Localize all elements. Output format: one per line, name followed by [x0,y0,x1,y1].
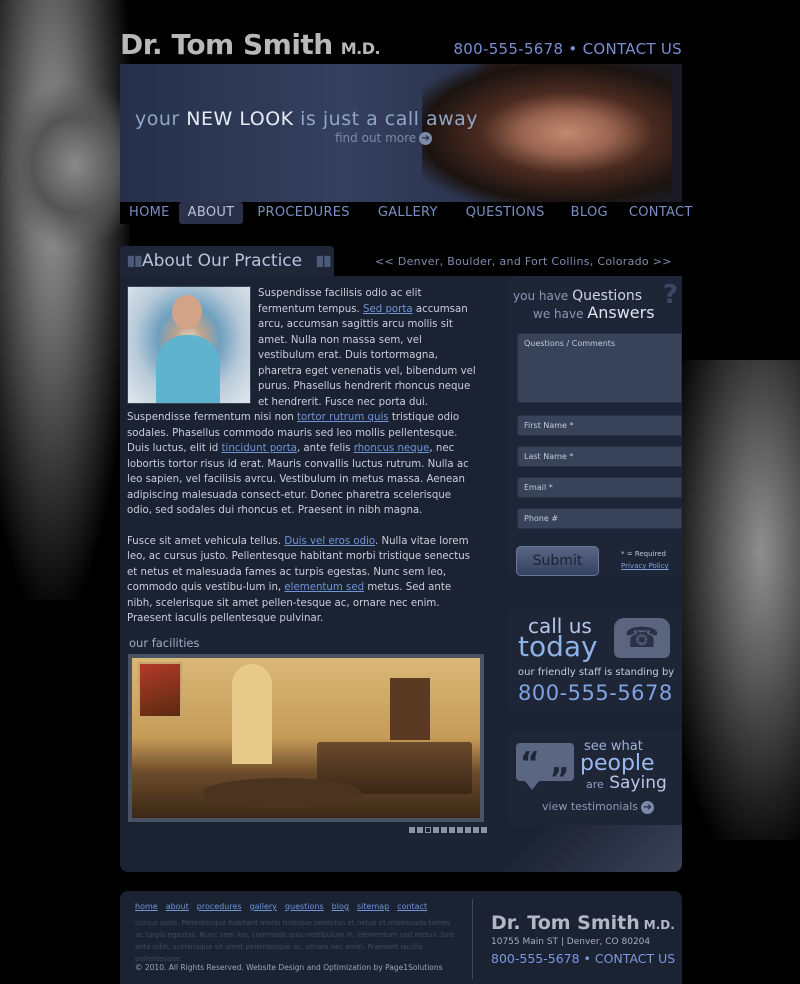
submit-button[interactable]: Submit [516,546,599,576]
nav-blog[interactable]: BLOG [559,202,620,224]
quote-icon: “ „ [516,743,574,781]
page-title: About Our Practice [142,251,303,271]
pager-dot[interactable] [433,827,439,833]
nav-procedures[interactable]: PROCEDURES [243,202,363,224]
nav-about[interactable]: ABOUT [178,202,244,224]
privacy-policy-link[interactable]: Privacy Policy [621,562,669,570]
nurse-photo [127,286,251,404]
location-text: << Denver, Boulder, and Fort Collins, Co… [375,255,672,268]
pager-dot[interactable] [473,827,479,833]
footer-link-about[interactable]: about [166,902,189,911]
call-today-text: today [518,630,598,663]
about-title-tab: ■■ ■■ About Our Practice ■■ ■■ [120,246,334,276]
footer-logo[interactable]: Dr. Tom Smith M.D. [491,912,675,934]
question-mark-icon: ? [662,280,678,310]
nav-contact[interactable]: CONTACT [620,202,702,224]
facility-doorway [232,664,272,764]
nav-home[interactable]: HOME [120,202,179,224]
pager-dot[interactable] [409,827,415,833]
grip-icon: ■■ ■■ [316,254,332,268]
paragraph-2: Fusce sit amet vehicula tellus. Duis vel… [127,535,471,625]
nav-questions[interactable]: QUESTIONS [452,202,559,224]
arrow-right-icon: ➔ [419,132,433,145]
footer-contact[interactable]: 800-555-5678 • CONTACT US [491,951,675,966]
background-figure-right [670,360,800,840]
footer-link-questions[interactable]: questions [285,902,324,911]
question-form: ? you have Questions we have Answers Que… [508,276,682,576]
pager-dot[interactable] [481,827,487,833]
footer-link-home[interactable]: home [135,902,158,911]
comments-textarea[interactable]: Questions / Comments [517,333,682,403]
about-content: Suspendisse facilisis odio ac elit ferme… [127,286,479,642]
link-tortor-rutrum[interactable]: tortor rutrum quis [297,412,389,423]
last-name-field[interactable]: Last Name * [517,446,682,467]
footer: home about procedures gallery questions … [120,891,682,984]
first-name-field[interactable]: First Name * [517,415,682,436]
paragraph-1: Suspendisse facilisis odio ac elit ferme… [127,286,476,516]
footer-divider [472,899,473,979]
are-saying-text: are Saying [586,773,667,793]
facility-table [202,778,362,808]
quote-tail [524,780,540,790]
find-out-more-link[interactable]: find out more ➔ [335,131,433,145]
facility-painting [138,662,182,718]
footer-link-procedures[interactable]: procedures [197,902,242,911]
arrow-right-icon: ➔ [641,800,655,814]
pager-dot[interactable] [457,827,463,833]
photo-body [156,335,220,403]
facility-slideshow[interactable] [128,654,484,822]
banner-tagline: your NEW LOOK is just a call away [135,108,479,130]
call-phone-number[interactable]: 800-555-5678 [518,681,673,705]
sidebar: ? you have Questions we have Answers Que… [508,276,682,825]
about-header: ■■ ■■ About Our Practice ■■ ■■ << Denver, … [120,246,682,276]
facilities-heading: our facilities [129,636,200,650]
footer-nav: home about procedures gallery questions … [135,902,427,911]
link-rhoncus-neque[interactable]: rhoncus neque [354,443,430,454]
pager-dot-active[interactable] [425,827,431,833]
call-subtext: our friendly staff is standing by [518,667,675,678]
telephone-icon: ☎ [614,618,670,658]
footer-address: 10755 Main ST | Denver, CO 80204 [491,937,651,947]
slideshow-pager [409,827,487,833]
qa-title-line1: you have Questions [513,288,643,304]
pager-dot[interactable] [441,827,447,833]
testimonials-box[interactable]: “ „ see what people are Saying view test… [508,731,682,825]
footer-link-sitemap[interactable]: sitemap [357,902,389,911]
footer-link-gallery[interactable]: gallery [250,902,277,911]
photo-head [172,295,202,329]
main-nav: HOME ABOUT PROCEDURES GALLERY QUESTIONS … [120,202,692,224]
link-tincidunt-porta[interactable]: tincidunt porta [222,443,297,454]
view-testimonials-link[interactable]: view testimonials ➔ [542,800,655,814]
footer-link-blog[interactable]: blog [332,902,349,911]
email-field[interactable]: Email * [517,477,682,498]
footer-link-contact[interactable]: contact [397,902,427,911]
facility-cabinet [390,678,430,740]
copyright: © 2010. All Rights Reserved. Website Des… [135,963,443,972]
link-duis-vel[interactable]: Duis vel eros odio [284,536,375,547]
grip-icon: ■■ ■■ [127,254,143,268]
required-note: * = Required [621,550,666,558]
nav-gallery[interactable]: GALLERY [364,202,452,224]
footer-text: cursus justo. Pellentesque habitant morb… [135,919,454,963]
link-elementum-sed[interactable]: elementum sed [284,582,364,593]
logo[interactable]: Dr. Tom Smith M.D. [120,28,381,61]
header-contact[interactable]: 800-555-5678 • CONTACT US [453,40,682,58]
pager-dot[interactable] [465,827,471,833]
banner-model-image [422,64,672,202]
site-wrapper: Dr. Tom Smith M.D. 800-555-5678 • CONTACT… [120,0,692,872]
phone-field[interactable]: Phone # [517,508,682,529]
qa-title-line2: we have Answers [533,303,655,322]
main-panel: Suspendisse facilisis odio ac elit ferme… [120,276,682,872]
link-sed-porta[interactable]: Sed porta [363,304,413,315]
header: Dr. Tom Smith M.D. 800-555-5678 • CONTACT… [120,0,682,64]
pager-dot[interactable] [417,827,423,833]
call-us-box[interactable]: call us today ☎ our friendly staff is st… [508,608,682,712]
hero-banner[interactable]: your NEW LOOK is just a call away find o… [120,64,682,202]
pager-dot[interactable] [449,827,455,833]
